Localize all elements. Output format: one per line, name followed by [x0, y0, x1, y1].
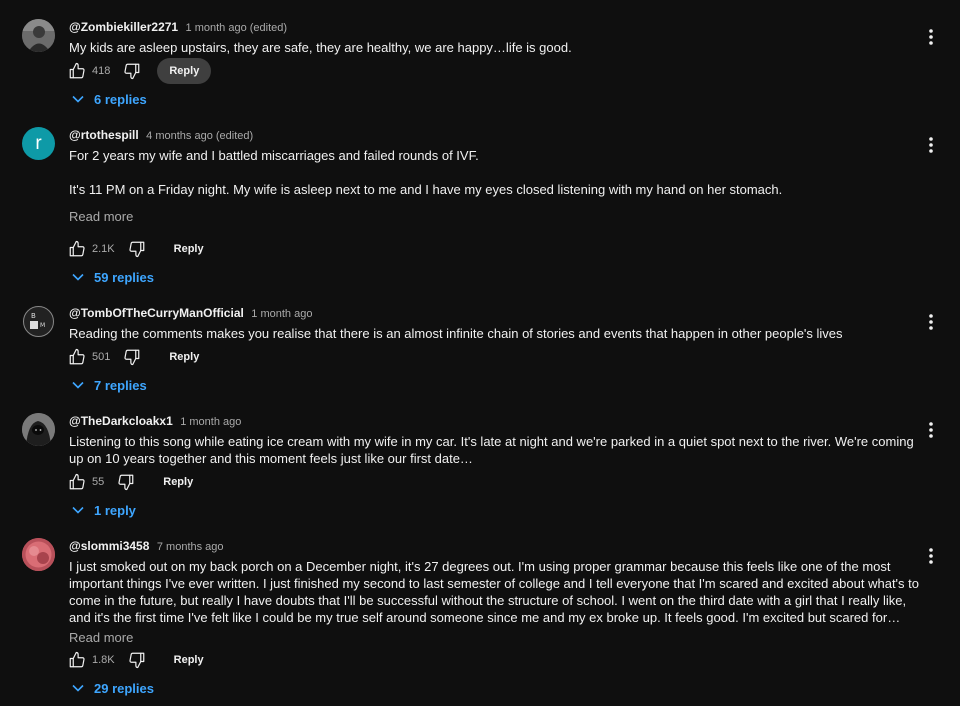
more-actions-icon[interactable] [921, 312, 941, 332]
comment-body: @rtothespill 4 months ago (edited) For 2… [69, 127, 919, 226]
chevron-down-icon [70, 680, 86, 696]
comment-body: @Zombiekiller2271 1 month ago (edited) M… [69, 19, 919, 56]
comment-header: @TheDarkcloakx1 1 month ago [69, 413, 919, 428]
comment-time[interactable]: 1 month ago [251, 308, 312, 320]
dislike-icon[interactable] [122, 347, 142, 367]
chevron-down-icon [70, 377, 86, 393]
reply-button[interactable]: Reply [162, 236, 216, 262]
avatar[interactable]: r [22, 127, 55, 160]
replies-count: 7 replies [94, 377, 147, 393]
comment-actions: 2.1K Reply [67, 235, 216, 263]
reply-button[interactable]: Reply [162, 647, 216, 673]
svg-text:B: B [31, 312, 36, 320]
read-more-link[interactable]: Read more [69, 630, 133, 645]
like-count: 1.8K [92, 654, 115, 666]
comment-text: My kids are asleep upstairs, they are sa… [69, 40, 572, 55]
view-replies-button[interactable]: 1 reply [70, 499, 136, 521]
more-actions-icon[interactable] [921, 546, 941, 566]
comment-body: @slommi3458 7 months ago I just smoked o… [69, 538, 919, 647]
view-replies-button[interactable]: 7 replies [70, 374, 147, 396]
view-replies-button[interactable]: 59 replies [70, 266, 154, 288]
pink-abstract-avatar-icon [22, 538, 55, 571]
reply-button[interactable]: Reply [157, 58, 212, 84]
comments-section: @Zombiekiller2271 1 month ago (edited) M… [0, 0, 960, 706]
replies-count: 29 replies [94, 680, 154, 696]
svg-text:M: M [40, 322, 45, 329]
chevron-down-icon [70, 91, 86, 107]
like-count: 418 [92, 65, 111, 77]
comment-author[interactable]: @TheDarkcloakx1 [69, 414, 173, 428]
like-icon[interactable] [67, 650, 87, 670]
comment-actions: 418 Reply [67, 57, 212, 85]
comment-author[interactable]: @Zombiekiller2271 [69, 20, 178, 34]
comment-author[interactable]: @TombOfTheCurryManOfficial [69, 306, 244, 320]
comment-body: @TombOfTheCurryManOfficial 1 month ago R… [69, 305, 919, 342]
replies-count: 6 replies [94, 91, 147, 107]
comment-author[interactable]: @rtothespill [69, 128, 139, 142]
replies-count: 1 reply [94, 502, 136, 518]
comment-text: For 2 years my wife and I battled miscar… [69, 148, 783, 205]
dislike-icon[interactable] [116, 472, 136, 492]
cloaked-figure-avatar-icon [22, 413, 55, 446]
comment-time[interactable]: 4 months ago (edited) [146, 130, 253, 142]
read-more-link[interactable]: Read more [69, 209, 133, 224]
replies-count: 59 replies [94, 269, 154, 285]
avatar[interactable] [22, 413, 55, 446]
comment-time[interactable]: 1 month ago (edited) [186, 22, 288, 34]
comment-time[interactable]: 1 month ago [180, 416, 241, 428]
dislike-icon[interactable] [127, 239, 147, 259]
logo-avatar-icon: B M [22, 305, 55, 338]
like-count: 2.1K [92, 243, 115, 255]
chevron-down-icon [70, 502, 86, 518]
comment-actions: 1.8K Reply [67, 646, 216, 674]
like-icon[interactable] [67, 61, 87, 81]
comment-header: @slommi3458 7 months ago [69, 538, 919, 553]
like-icon[interactable] [67, 472, 87, 492]
dislike-icon[interactable] [127, 650, 147, 670]
reply-button[interactable]: Reply [151, 469, 205, 495]
more-actions-icon[interactable] [921, 420, 941, 440]
comment-text: Listening to this song while eating ice … [69, 434, 914, 466]
more-actions-icon[interactable] [921, 27, 941, 47]
comment-actions: 55 Reply [67, 468, 205, 496]
view-replies-button[interactable]: 6 replies [70, 88, 147, 110]
dislike-icon[interactable] [122, 61, 142, 81]
comment-body: @TheDarkcloakx1 1 month ago Listening to… [69, 413, 919, 467]
comment-author[interactable]: @slommi3458 [69, 539, 149, 553]
comment-text: I just smoked out on my back porch on a … [69, 559, 919, 625]
avatar[interactable] [22, 538, 55, 571]
like-icon[interactable] [67, 347, 87, 367]
like-icon[interactable] [67, 239, 87, 259]
avatar[interactable]: B M [22, 305, 55, 338]
like-count: 501 [92, 351, 111, 363]
comment-text: Reading the comments makes you realise t… [69, 326, 843, 341]
avatar[interactable] [22, 19, 55, 52]
comment-header: @Zombiekiller2271 1 month ago (edited) [69, 19, 919, 34]
chevron-down-icon [70, 269, 86, 285]
more-actions-icon[interactable] [921, 135, 941, 155]
view-replies-button[interactable]: 29 replies [70, 677, 154, 699]
comment-header: @TombOfTheCurryManOfficial 1 month ago [69, 305, 919, 320]
reply-button[interactable]: Reply [157, 344, 211, 370]
person-photo-avatar-icon [22, 19, 55, 52]
comment-time[interactable]: 7 months ago [157, 541, 224, 553]
comment-actions: 501 Reply [67, 343, 211, 371]
avatar-letter: r [35, 132, 42, 154]
like-count: 55 [92, 476, 105, 488]
comment-header: @rtothespill 4 months ago (edited) [69, 127, 919, 142]
